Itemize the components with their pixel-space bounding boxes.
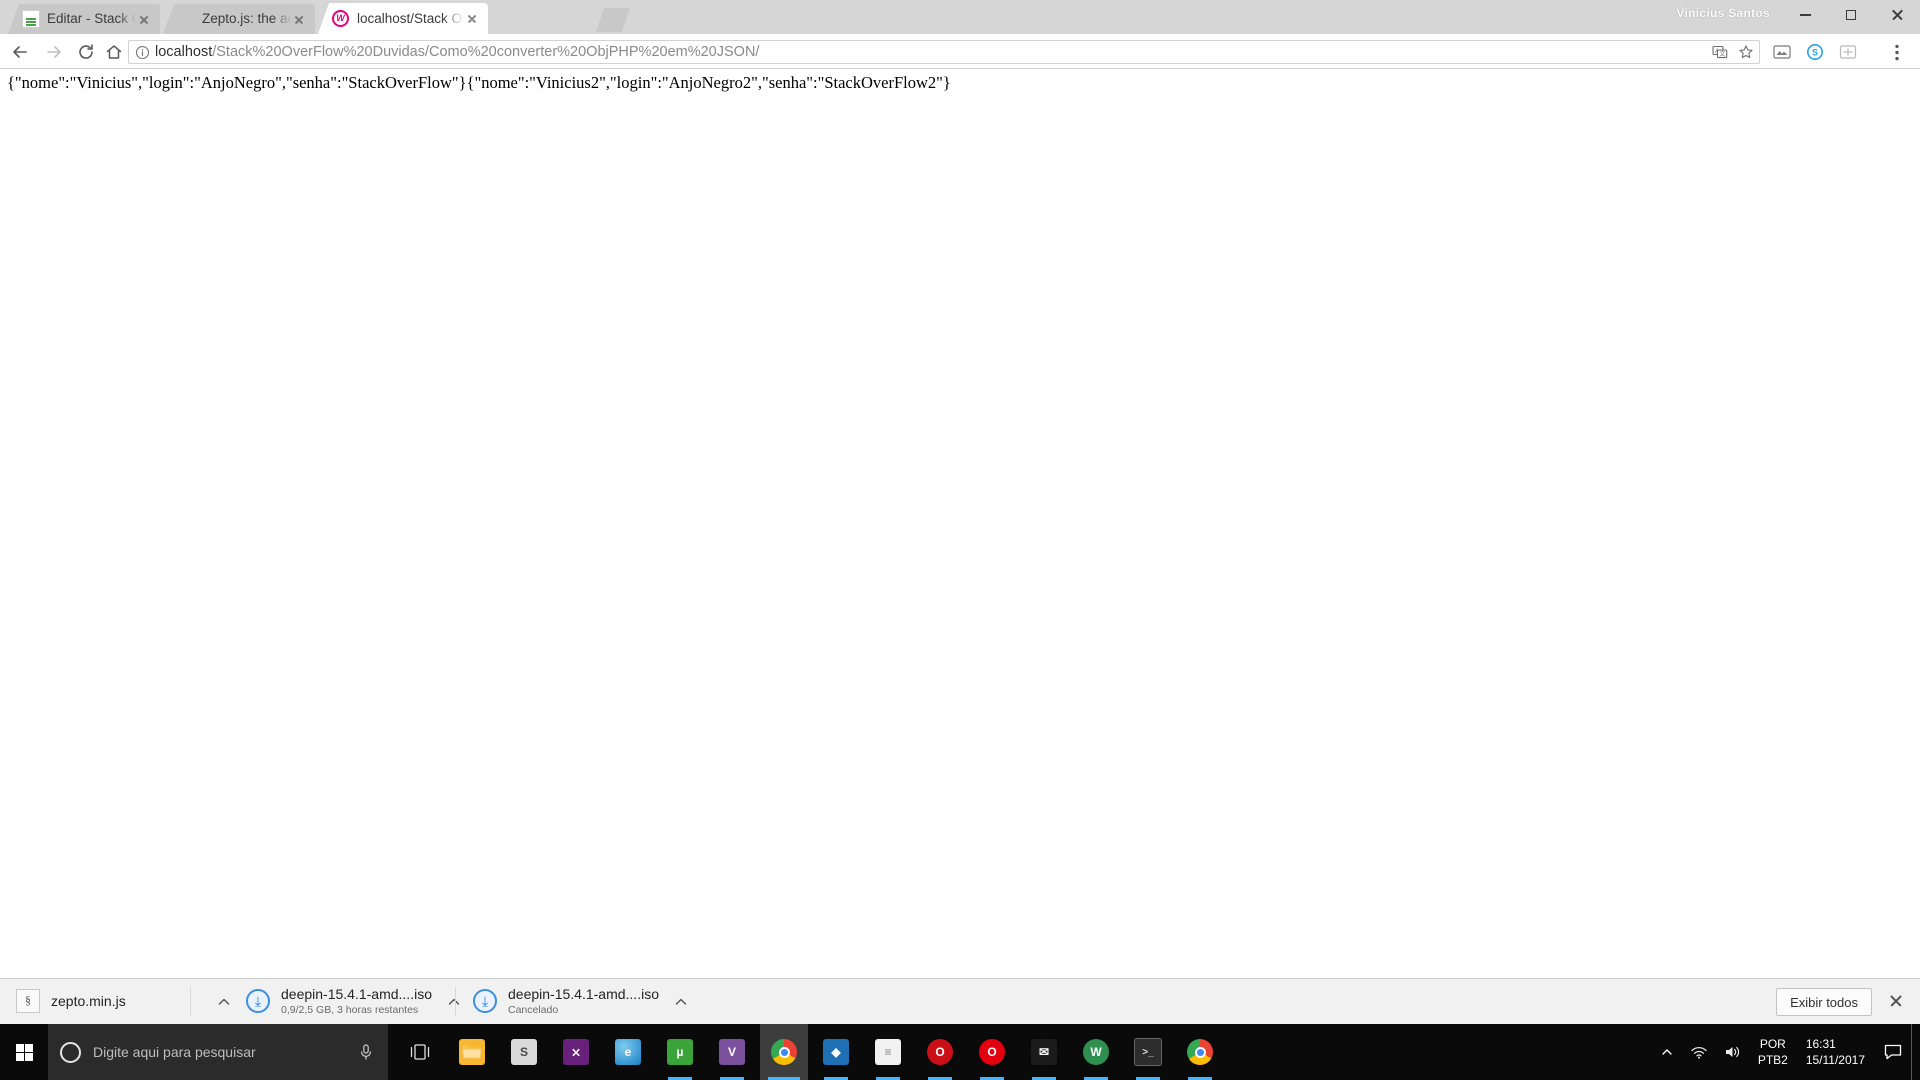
download-filename: deepin-15.4.1-amd....iso bbox=[281, 986, 432, 1002]
tab-title: localhost/Stack OverFlow bbox=[357, 10, 464, 26]
taskbar-app-viber[interactable]: V bbox=[708, 1024, 756, 1080]
zeptojs-icon bbox=[177, 10, 195, 28]
download-item-2[interactable]: ⤓ deepin-15.4.1-amd....iso 0,9/2,5 GB, 3… bbox=[246, 984, 462, 1019]
browser-toolbar: localhost/Stack%20OverFlow%20Duvidas/Com… bbox=[0, 34, 1920, 69]
close-window-button[interactable] bbox=[1874, 0, 1920, 30]
speaker-icon[interactable] bbox=[1716, 1024, 1750, 1080]
chrome-menu-button[interactable] bbox=[1885, 40, 1909, 64]
tab-title: Zepto.js: the aerogel-wei bbox=[202, 11, 291, 26]
taskbar-app-visual-studio[interactable]: ⨯ bbox=[552, 1024, 600, 1080]
home-button[interactable] bbox=[100, 38, 128, 66]
tab-strip: Editar - Stack Overflow e Zepto.js: the … bbox=[0, 0, 1920, 34]
address-bar[interactable]: localhost/Stack%20OverFlow%20Duvidas/Com… bbox=[128, 40, 1760, 64]
browser-tab-1[interactable]: Editar - Stack Overflow e bbox=[8, 4, 160, 34]
close-icon[interactable] bbox=[1888, 993, 1904, 1009]
svg-text:文: 文 bbox=[1719, 50, 1725, 58]
close-icon[interactable] bbox=[136, 11, 152, 27]
close-icon[interactable] bbox=[291, 11, 307, 27]
language-indicator[interactable]: POR PTB2 bbox=[1750, 1024, 1796, 1080]
taskbar-app-sublime-text[interactable]: S bbox=[500, 1024, 548, 1080]
taskbar-app-google-chrome[interactable] bbox=[760, 1024, 808, 1080]
chevron-up-icon[interactable] bbox=[673, 994, 689, 1010]
taskbar-app-opera[interactable]: O bbox=[916, 1024, 964, 1080]
download-filename: zepto.min.js bbox=[51, 993, 126, 1009]
maximize-button[interactable] bbox=[1828, 0, 1874, 30]
svg-text:S: S bbox=[1812, 48, 1818, 58]
star-icon[interactable] bbox=[1733, 41, 1759, 63]
start-button[interactable] bbox=[0, 1024, 48, 1080]
browser-tab-2[interactable]: Zepto.js: the aerogel-wei bbox=[163, 4, 315, 34]
forward-button bbox=[40, 38, 68, 66]
microphone-icon[interactable] bbox=[358, 1043, 374, 1061]
taskbar-search-box[interactable]: Digite aqui para pesquisar bbox=[48, 1024, 388, 1080]
tab-title: Editar - Stack Overflow e bbox=[47, 11, 136, 26]
skype-extension-icon[interactable]: S bbox=[1803, 40, 1827, 64]
show-hidden-icons-icon[interactable] bbox=[1652, 1024, 1682, 1080]
translate-icon[interactable]: A文 bbox=[1707, 41, 1733, 63]
divider bbox=[455, 987, 456, 1016]
action-center-icon[interactable] bbox=[1875, 1024, 1911, 1080]
clock-time: 16:31 bbox=[1805, 1037, 1836, 1051]
chrome-browser-window: Editar - Stack Overflow e Zepto.js: the … bbox=[0, 0, 1920, 1024]
taskbar-app-vscode[interactable]: ◆ bbox=[812, 1024, 860, 1080]
close-icon[interactable] bbox=[464, 11, 480, 27]
extension-icon-1[interactable] bbox=[1770, 40, 1794, 64]
download-item-3[interactable]: ⤓ deepin-15.4.1-amd....iso Cancelado bbox=[473, 984, 689, 1019]
wifi-icon[interactable] bbox=[1682, 1024, 1716, 1080]
stackoverflow-icon bbox=[22, 10, 40, 28]
clock-date: 15/11/2017 bbox=[1805, 1053, 1865, 1067]
url-text: localhost/Stack%20OverFlow%20Duvidas/Com… bbox=[155, 43, 1707, 61]
json-response-text: {"nome":"Vinicius","login":"AnjoNegro","… bbox=[7, 73, 951, 92]
language-line-1: POR bbox=[1759, 1037, 1786, 1051]
reload-button[interactable] bbox=[72, 38, 100, 66]
search-input[interactable]: Digite aqui para pesquisar bbox=[93, 1044, 358, 1060]
windows-logo-icon bbox=[15, 1043, 33, 1061]
taskbar-app-mail[interactable]: ✉ bbox=[1020, 1024, 1068, 1080]
show-desktop-button[interactable] bbox=[1911, 1024, 1920, 1080]
url-host: localhost bbox=[155, 44, 213, 60]
extension-icon-3[interactable] bbox=[1836, 40, 1860, 64]
cortana-circle-icon[interactable] bbox=[60, 1041, 81, 1063]
new-tab-button[interactable] bbox=[596, 8, 630, 32]
download-filename: deepin-15.4.1-amd....iso bbox=[508, 986, 659, 1002]
divider bbox=[190, 987, 191, 1016]
taskbar-app-notepad[interactable]: ≡ bbox=[864, 1024, 912, 1080]
taskbar-app-internet-explorer[interactable]: e bbox=[604, 1024, 652, 1080]
task-view-button[interactable] bbox=[396, 1024, 444, 1080]
language-line-2: PTB2 bbox=[1757, 1053, 1788, 1067]
download-status: Cancelado bbox=[508, 1004, 559, 1016]
windows-taskbar: Digite aqui para pesquisar S ⨯ e µ V ◆ ≡… bbox=[0, 1024, 1920, 1080]
chevron-up-icon[interactable] bbox=[216, 994, 232, 1010]
show-all-downloads-button[interactable]: Exibir todos bbox=[1776, 988, 1872, 1016]
taskbar-app-utorrent[interactable]: µ bbox=[656, 1024, 704, 1080]
page-viewport: {"nome":"Vinicius","login":"AnjoNegro","… bbox=[0, 69, 1920, 999]
taskbar-app-chrome-window[interactable] bbox=[1176, 1024, 1224, 1080]
download-status: 0,9/2,5 GB, 3 horas restantes bbox=[281, 1004, 419, 1016]
clock[interactable]: 16:31 15/11/2017 bbox=[1796, 1024, 1875, 1080]
download-progress-icon: ⤓ bbox=[246, 988, 272, 1015]
js-file-icon: § bbox=[16, 988, 42, 1015]
system-tray: POR PTB2 16:31 15/11/2017 bbox=[1652, 1024, 1920, 1080]
taskbar-app-terminal[interactable]: >_ bbox=[1124, 1024, 1172, 1080]
profile-name-label: Vinicius Santos bbox=[1676, 6, 1770, 20]
page-info-icon[interactable] bbox=[129, 45, 155, 60]
download-icon: ⤓ bbox=[473, 988, 499, 1015]
wampserver-icon: W bbox=[332, 9, 350, 28]
taskbar-app-file-explorer[interactable] bbox=[448, 1024, 496, 1080]
chevron-up-icon[interactable] bbox=[446, 994, 462, 1010]
url-path: /Stack%20OverFlow%20Duvidas/Como%20conve… bbox=[212, 44, 760, 60]
browser-tab-3[interactable]: W localhost/Stack OverFlow bbox=[318, 3, 488, 34]
download-item-1[interactable]: § zepto.min.js bbox=[16, 984, 232, 1019]
taskbar-app-wampserver[interactable]: W bbox=[1072, 1024, 1120, 1080]
taskbar-app-opera-beta[interactable]: O bbox=[968, 1024, 1016, 1080]
back-button[interactable] bbox=[6, 38, 34, 66]
downloads-shelf: § zepto.min.js ⤓ deepin-15.4.1-amd....is… bbox=[0, 978, 1920, 1024]
minimize-button[interactable] bbox=[1782, 0, 1828, 30]
